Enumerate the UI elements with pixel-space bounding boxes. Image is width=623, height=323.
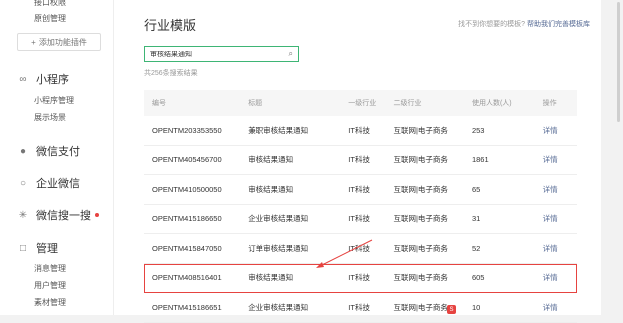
page-title: 行业模版	[144, 18, 197, 33]
cell-industry2: 互联网|电子商务	[393, 125, 448, 135]
cell-industry1: IT科技	[348, 184, 370, 194]
search-box[interactable]: ⌕	[144, 46, 299, 62]
details-link[interactable]: 详情	[543, 154, 577, 165]
column-header-action: 操作	[542, 100, 557, 107]
column-header-users: 使用人数(人)	[471, 100, 512, 107]
sidebar-section-manage[interactable]: □ 管理	[17, 240, 58, 256]
cell-industry1: IT科技	[348, 125, 370, 135]
sidebar-section-label: 微信支付	[36, 146, 80, 158]
cell-industry1: IT科技	[348, 155, 370, 165]
column-header-id: 编号	[152, 100, 166, 107]
cell-users: 65	[471, 184, 481, 194]
feedback-hint-text: 找不到你想要的模板?	[458, 21, 526, 28]
annotation-arrow-icon	[316, 239, 373, 268]
template-table: 编号 标题 一级行业 二级行业 使用人数(人) 操作 OPENTM2033535…	[144, 90, 577, 323]
table-row: OPENTM415186651 企业审核结果通知 IT科技 互联网|电子商务 1…	[144, 293, 577, 323]
plus-icon: +	[31, 37, 36, 47]
result-count: 共256条搜索结果	[144, 70, 198, 77]
cell-users: 52	[471, 243, 481, 253]
sogou-s-icon: S	[447, 305, 456, 314]
column-header-industry1: 一级行业	[348, 100, 377, 107]
search-icon[interactable]: ⌕	[289, 49, 293, 59]
cell-title: 审核结果通知	[248, 155, 294, 165]
details-link[interactable]: 详情	[543, 272, 577, 283]
add-plugin-label: 添加功能插件	[38, 37, 87, 47]
details-link[interactable]: 详情	[543, 213, 577, 224]
sidebar-item-display-scene[interactable]: 展示场景	[34, 112, 66, 123]
sidebar-section-label: 小程序	[36, 74, 69, 86]
cell-industry1: IT科技	[348, 302, 370, 312]
table-header: 编号 标题 一级行业 二级行业 使用人数(人) 操作	[144, 90, 577, 116]
search-spark-icon: ✳	[18, 209, 28, 221]
cell-industry1: IT科技	[348, 273, 370, 283]
cell-industry1: IT科技	[348, 214, 370, 224]
cell-id: OPENTM410500050	[152, 184, 222, 194]
sidebar-section-label: 微信搜一搜	[36, 210, 91, 222]
sidebar: 接口权限 原创管理 + 添加功能插件 ∞ 小程序 小程序管理 展示场景 ● 微信…	[0, 0, 113, 315]
sidebar-section-wechat-pay[interactable]: ● 微信支付	[17, 143, 80, 159]
cell-title: 兼职审核结果通知	[248, 125, 309, 135]
search-input[interactable]	[150, 50, 289, 58]
wallet-icon: ●	[19, 145, 27, 157]
cell-id: OPENTM405456700	[152, 155, 222, 165]
sidebar-item-mini-program-manage[interactable]: 小程序管理	[34, 95, 74, 106]
cell-id: OPENTM203353550	[152, 125, 222, 135]
sidebar-section-label: 企业微信	[36, 178, 80, 190]
new-badge-dot	[95, 213, 99, 217]
details-link[interactable]: 详情	[543, 184, 577, 195]
sidebar-section-wechat-search[interactable]: ✳ 微信搜一搜	[17, 207, 99, 223]
details-link[interactable]: 详情	[543, 243, 577, 254]
sidebar-item-message-manage[interactable]: 消息管理	[34, 263, 66, 274]
cell-industry2: 互联网|电子商务	[393, 184, 448, 194]
feedback-hint: 找不到你想要的模板? 帮助我们完善模板库	[458, 19, 590, 29]
cell-users: 31	[471, 214, 481, 224]
ime-toolbar-icon: S	[447, 305, 456, 314]
cell-title: 审核结果通知	[248, 273, 294, 283]
cell-industry2: 互联网|电子商务	[393, 214, 448, 224]
cell-users: 253	[471, 125, 485, 135]
main-panel: 行业模版 找不到你想要的模板? 帮助我们完善模板库 ⌕ 共256条搜索结果 编号…	[113, 0, 602, 323]
sidebar-item-material-manage[interactable]: 素材管理	[34, 297, 66, 308]
column-header-industry2: 二级行业	[393, 100, 422, 107]
cell-industry2: 互联网|电子商务	[393, 273, 448, 283]
details-link[interactable]: 详情	[543, 302, 577, 313]
link-icon: ∞	[19, 73, 27, 85]
cell-users: 1861	[471, 155, 489, 165]
sidebar-item-user-manage[interactable]: 用户管理	[34, 280, 66, 291]
work-wechat-icon: ○	[19, 177, 27, 189]
cell-title: 审核结果通知	[248, 184, 294, 194]
cell-id: OPENTM415847050	[152, 243, 222, 253]
scrollbar-thumb[interactable]	[617, 2, 620, 122]
column-header-title: 标题	[248, 100, 263, 107]
details-link[interactable]: 详情	[543, 125, 577, 136]
sidebar-item-original-manage[interactable]: 原创管理	[34, 13, 66, 24]
cell-users: 605	[471, 273, 485, 283]
table-row: OPENTM203353550 兼职审核结果通知 IT科技 互联网|电子商务 2…	[144, 116, 577, 146]
cell-industry2: 互联网|电子商务	[393, 155, 448, 165]
cell-id: OPENTM415186651	[152, 302, 222, 312]
improve-template-link[interactable]: 帮助我们完善模板库	[527, 21, 590, 28]
table-row: OPENTM410500050 审核结果通知 IT科技 互联网|电子商务 65 …	[144, 175, 577, 205]
cell-title: 企业审核结果通知	[248, 302, 309, 312]
monitor-icon: □	[19, 242, 27, 254]
cell-id: OPENTM408516401	[152, 273, 222, 283]
cell-industry2: 互联网|电子商务	[393, 302, 448, 312]
cell-title: 企业审核结果通知	[248, 214, 309, 224]
sidebar-section-mini-program[interactable]: ∞ 小程序	[17, 71, 69, 87]
scrollbar[interactable]	[601, 0, 623, 315]
add-plugin-button[interactable]: + 添加功能插件	[17, 33, 101, 51]
cell-users: 10	[471, 302, 481, 312]
sidebar-section-work-wechat[interactable]: ○ 企业微信	[17, 175, 80, 191]
sidebar-section-label: 管理	[36, 243, 58, 255]
table-row: OPENTM415186650 企业审核结果通知 IT科技 互联网|电子商务 3…	[144, 205, 577, 234]
table-row: OPENTM405456700 审核结果通知 IT科技 互联网|电子商务 186…	[144, 146, 577, 175]
sidebar-item-api-permission[interactable]: 接口权限	[34, 0, 66, 8]
cell-industry2: 互联网|电子商务	[393, 243, 448, 253]
cell-id: OPENTM415186650	[152, 214, 222, 224]
